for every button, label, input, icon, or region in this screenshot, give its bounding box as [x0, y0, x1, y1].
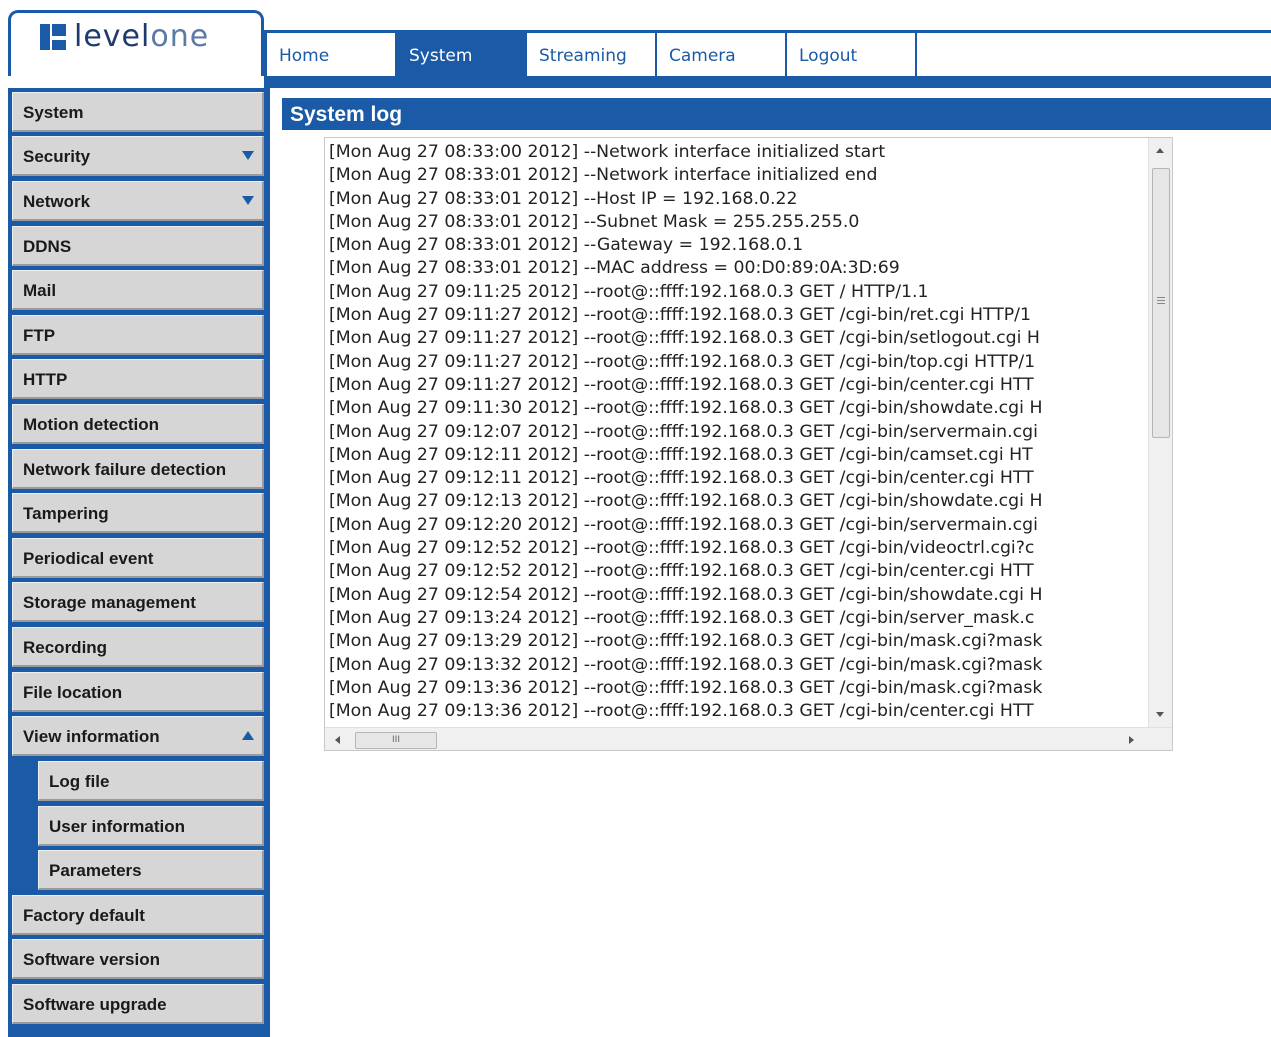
- log-line: [Mon Aug 27 09:12:13 2012] --root@::ffff…: [329, 491, 1043, 512]
- sidebar-item-view-information[interactable]: View information: [12, 716, 264, 756]
- horizontal-scrollbar[interactable]: III: [325, 727, 1172, 750]
- sidebar-item-file-location[interactable]: File location: [12, 672, 264, 712]
- levelone-logo: levelone: [40, 22, 209, 52]
- sidebar-item-ddns[interactable]: DDNS: [12, 226, 264, 266]
- log-line: [Mon Aug 27 08:33:01 2012] --MAC address…: [329, 258, 900, 279]
- tab-system[interactable]: System: [397, 33, 527, 76]
- sidebar-item-storage-management[interactable]: Storage management: [12, 582, 264, 622]
- sidebar-item-factory-default[interactable]: Factory default: [12, 895, 264, 935]
- scroll-left-icon[interactable]: [335, 736, 340, 744]
- log-line: [Mon Aug 27 09:11:30 2012] --root@::ffff…: [329, 398, 1043, 419]
- log-line: [Mon Aug 27 09:13:36 2012] --root@::ffff…: [329, 677, 1043, 698]
- scroll-up-icon[interactable]: [1156, 148, 1164, 153]
- log-line: [Mon Aug 27 09:12:11 2012] --root@::ffff…: [329, 444, 1033, 465]
- log-line: [Mon Aug 27 09:12:52 2012] --root@::ffff…: [329, 538, 1035, 559]
- levelone-logo-icon: [40, 24, 66, 50]
- log-line: [Mon Aug 27 09:12:52 2012] --root@::ffff…: [329, 561, 1034, 582]
- sidebar-item-tampering[interactable]: Tampering: [12, 493, 264, 533]
- sidebar-item-system[interactable]: System: [12, 92, 264, 132]
- page-title: System log: [282, 98, 1271, 130]
- sidebar-item-mail[interactable]: Mail: [12, 270, 264, 310]
- log-line: [Mon Aug 27 09:12:07 2012] --root@::ffff…: [329, 421, 1038, 442]
- log-line: [Mon Aug 27 08:33:01 2012] --Network int…: [329, 165, 878, 186]
- sidebar-item-software-version[interactable]: Software version: [12, 939, 264, 979]
- horizontal-scroll-thumb[interactable]: III: [355, 732, 437, 749]
- sidebar-item-security[interactable]: Security: [12, 136, 264, 176]
- log-line: [Mon Aug 27 08:33:01 2012] --Subnet Mask…: [329, 211, 860, 232]
- log-line: [Mon Aug 27 09:11:27 2012] --root@::ffff…: [329, 351, 1036, 372]
- header-bar: [264, 76, 1271, 88]
- log-line: [Mon Aug 27 09:12:11 2012] --root@::ffff…: [329, 468, 1034, 489]
- log-line: [Mon Aug 27 08:33:00 2012] --Network int…: [329, 142, 886, 162]
- log-line: [Mon Aug 27 09:13:32 2012] --root@::ffff…: [329, 654, 1043, 675]
- logo-wordmark: levelone: [74, 19, 210, 54]
- log-line: [Mon Aug 27 09:13:29 2012] --root@::ffff…: [329, 631, 1043, 652]
- collapse-arrow-icon: [242, 731, 254, 740]
- sidebar-subitem-log-file[interactable]: Log file: [38, 761, 264, 801]
- vertical-scroll-thumb[interactable]: [1152, 168, 1170, 438]
- log-line: [Mon Aug 27 09:11:27 2012] --root@::ffff…: [329, 374, 1034, 395]
- sidebar: System Security Network DDNS Mail FTP HT…: [8, 88, 270, 1037]
- sidebar-item-ftp[interactable]: FTP: [12, 315, 264, 355]
- tab-logout[interactable]: Logout: [787, 33, 917, 76]
- sidebar-item-software-upgrade[interactable]: Software upgrade: [12, 984, 264, 1024]
- system-log-textarea[interactable]: [Mon Aug 27 08:33:00 2012] --Network int…: [324, 137, 1173, 751]
- expand-arrow-icon: [242, 196, 254, 205]
- log-line: [Mon Aug 27 09:13:36 2012] --root@::ffff…: [329, 701, 1034, 722]
- log-line: [Mon Aug 27 09:11:27 2012] --root@::ffff…: [329, 305, 1031, 326]
- sidebar-item-motion-detection[interactable]: Motion detection: [12, 404, 264, 444]
- vertical-scrollbar[interactable]: [1148, 138, 1172, 727]
- scroll-right-icon[interactable]: [1129, 736, 1134, 744]
- sidebar-item-network-failure-detection[interactable]: Network failure detection: [12, 449, 264, 489]
- log-line: [Mon Aug 27 09:11:27 2012] --root@::ffff…: [329, 328, 1040, 349]
- tab-streaming[interactable]: Streaming: [527, 33, 657, 76]
- tab-home[interactable]: Home: [267, 33, 397, 76]
- tab-camera[interactable]: Camera: [657, 33, 787, 76]
- log-lines: [Mon Aug 27 08:33:00 2012] --Network int…: [329, 141, 1147, 727]
- sidebar-item-http[interactable]: HTTP: [12, 359, 264, 399]
- scroll-down-icon[interactable]: [1156, 712, 1164, 717]
- sidebar-subitem-user-information[interactable]: User information: [38, 806, 264, 846]
- log-line: [Mon Aug 27 09:12:54 2012] --root@::ffff…: [329, 584, 1043, 605]
- log-line: [Mon Aug 27 09:13:24 2012] --root@::ffff…: [329, 607, 1035, 628]
- sidebar-item-network[interactable]: Network: [12, 181, 264, 221]
- top-nav: Home System Streaming Camera Logout: [267, 33, 917, 76]
- sidebar-item-recording[interactable]: Recording: [12, 627, 264, 667]
- log-line: [Mon Aug 27 08:33:01 2012] --Gateway = 1…: [329, 235, 804, 256]
- log-line: [Mon Aug 27 09:11:25 2012] --root@::ffff…: [329, 281, 929, 302]
- sidebar-item-periodical-event[interactable]: Periodical event: [12, 538, 264, 578]
- sidebar-subitem-parameters[interactable]: Parameters: [38, 850, 264, 890]
- log-line: [Mon Aug 27 09:12:20 2012] --root@::ffff…: [329, 514, 1038, 535]
- log-line: [Mon Aug 27 08:33:01 2012] --Host IP = 1…: [329, 188, 798, 209]
- expand-arrow-icon: [242, 151, 254, 160]
